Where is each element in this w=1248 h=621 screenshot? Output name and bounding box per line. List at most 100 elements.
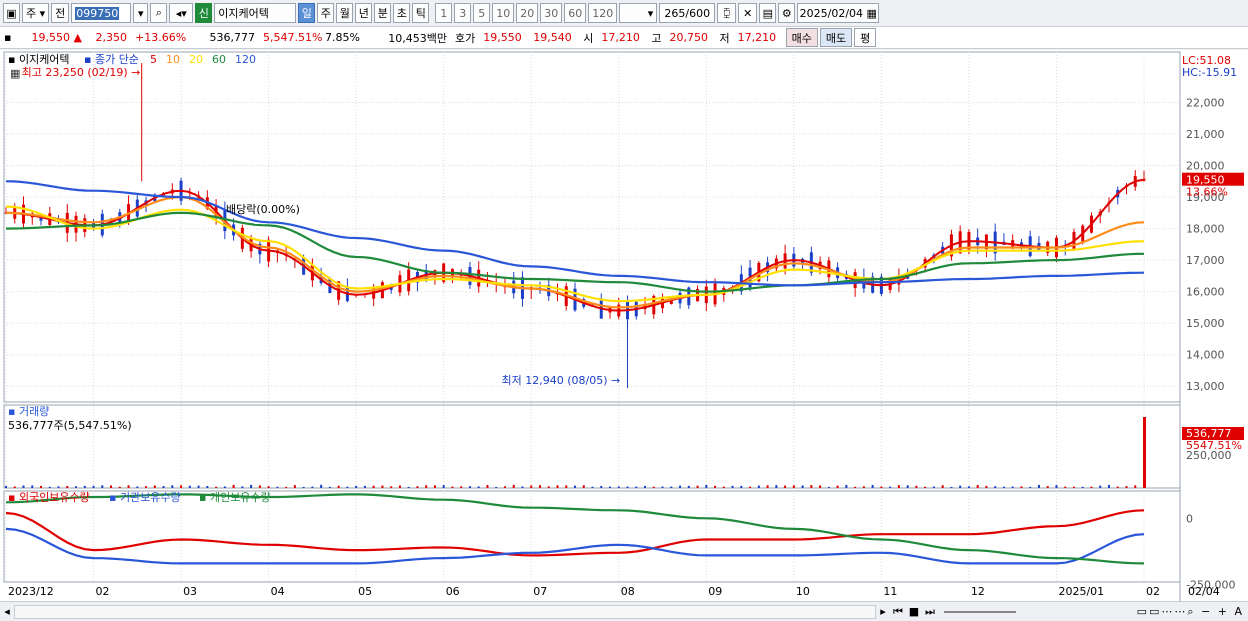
volume-bar bbox=[276, 486, 279, 488]
code-dropdown-icon[interactable]: ▾ bbox=[133, 3, 149, 23]
sin-label: 신 bbox=[198, 7, 209, 20]
count-field[interactable]: 265/600 bbox=[659, 3, 716, 23]
quote-bar: ▪ 19,550 ▲ 2,350 +13.66% 536,777 5,547.5… bbox=[0, 27, 1248, 49]
interval-button[interactable]: 주 bbox=[317, 3, 335, 23]
price-value: 19,550 bbox=[31, 31, 71, 44]
sell-button[interactable]: 매도 bbox=[819, 28, 853, 47]
ma-legend-title: ▪ 종가 단순 bbox=[84, 53, 139, 66]
interval-button[interactable]: 초 bbox=[393, 3, 411, 23]
volume-bar bbox=[714, 485, 717, 488]
volume-bar bbox=[495, 486, 498, 488]
x-axis-label: 10 bbox=[796, 585, 810, 598]
price-panel-title: ▪ 이지케어텍 bbox=[8, 53, 70, 66]
zoom-slider[interactable] bbox=[944, 610, 1016, 613]
bid-price: 19,540 bbox=[533, 31, 572, 44]
scroll-track[interactable] bbox=[14, 604, 876, 619]
buy-button[interactable]: 매수 bbox=[785, 28, 818, 47]
volume-bar bbox=[827, 486, 830, 488]
candle-type-icon[interactable]: ⧮ bbox=[717, 3, 737, 23]
scroll-right-icon[interactable]: ▸ bbox=[876, 605, 890, 618]
volume-value: 536,777 bbox=[209, 31, 256, 44]
speaker-icon[interactable]: ◂▾ bbox=[169, 3, 194, 23]
save-icon[interactable]: ▤ bbox=[759, 3, 777, 23]
volume-bar bbox=[101, 485, 104, 488]
last-icon[interactable]: ⏭ bbox=[922, 605, 938, 619]
volume-bar bbox=[687, 485, 690, 488]
volume-bar bbox=[819, 485, 822, 488]
x-axis-label: 03 bbox=[183, 585, 197, 598]
number-button[interactable]: 20 bbox=[516, 3, 539, 23]
volume-bar bbox=[547, 486, 550, 488]
custom-number-select[interactable]: ▾ bbox=[619, 3, 658, 23]
calendar-icon[interactable]: ▦ bbox=[867, 7, 877, 20]
volume-bar bbox=[635, 486, 638, 488]
current-price: 19,550 ▲ bbox=[31, 31, 82, 44]
x-axis-label: 2023/12 bbox=[8, 585, 54, 598]
stop-icon[interactable]: ■ bbox=[906, 605, 922, 618]
volume-bar bbox=[1134, 485, 1137, 488]
volume-bar bbox=[118, 486, 121, 488]
x-axis-label: 04 bbox=[271, 585, 285, 598]
quote-icon: ▪ bbox=[4, 31, 12, 44]
scroll-left-icon[interactable]: ◂ bbox=[0, 605, 14, 618]
avg-button[interactable]: 평 bbox=[854, 28, 877, 47]
number-button[interactable]: 3 bbox=[454, 3, 472, 23]
date-input[interactable]: 2025/02/04 ▦ bbox=[797, 3, 880, 23]
interval-button[interactable]: 월 bbox=[336, 3, 354, 23]
chart-area[interactable]: 22,00021,00020,00019,00018,00017,00016,0… bbox=[0, 50, 1248, 601]
period-select[interactable]: 주 ▾ bbox=[22, 3, 50, 23]
volume-bar bbox=[749, 486, 752, 488]
volume-bar bbox=[906, 485, 909, 488]
scroll-bar[interactable]: ◂ ▸ ⏮ ■ ⏭ ▭▭⋯⋯⌕ − + A bbox=[0, 601, 1248, 621]
volume-bar bbox=[775, 485, 778, 488]
crosshair-icon[interactable]: ✕ bbox=[738, 3, 758, 23]
number-button[interactable]: 30 bbox=[540, 3, 563, 23]
highest-annotation: 최고 23,250 (02/19) → bbox=[22, 66, 141, 79]
price-change-pct: +13.66% bbox=[135, 31, 187, 44]
volume-bar bbox=[57, 486, 60, 488]
number-button[interactable]: 60 bbox=[564, 3, 587, 23]
number-button[interactable]: 120 bbox=[588, 3, 618, 23]
first-icon[interactable]: ⏮ bbox=[890, 605, 906, 619]
volume-bar bbox=[521, 486, 524, 488]
holding-legend-item: ▪ 외국인보유수량 bbox=[8, 491, 90, 504]
volume-bar bbox=[258, 485, 261, 488]
x-axis-label: 2025/01 bbox=[1058, 585, 1104, 598]
volume-bar bbox=[328, 486, 331, 488]
window-icon[interactable]: ▣ bbox=[3, 3, 20, 23]
ma-legend-period: 60 bbox=[212, 53, 226, 66]
volume-bar bbox=[48, 486, 51, 488]
volume-bar bbox=[363, 485, 366, 488]
volume-bar bbox=[670, 486, 673, 488]
volume-bar bbox=[425, 485, 428, 488]
volume-bar bbox=[600, 486, 603, 488]
prev-button[interactable]: 전 bbox=[51, 3, 70, 23]
interval-button[interactable]: 년 bbox=[355, 3, 373, 23]
interval-button[interactable]: 분 bbox=[374, 3, 392, 23]
y-tick-label: 15,000 bbox=[1186, 317, 1225, 330]
volume-bar bbox=[854, 486, 857, 488]
holding-legend-item: ▪ 기관보유수량 bbox=[109, 491, 181, 504]
volume-bar bbox=[372, 485, 375, 488]
interval-button[interactable]: 틱 bbox=[412, 3, 430, 23]
number-button[interactable]: 5 bbox=[473, 3, 491, 23]
interval-button[interactable]: 일 bbox=[298, 3, 316, 23]
volume-bar bbox=[932, 486, 935, 488]
x-axis-label: 05 bbox=[358, 585, 372, 598]
search-icon[interactable]: ⌕ bbox=[150, 3, 168, 23]
trade-amount: 10,453백만 bbox=[388, 31, 447, 45]
volume-bar bbox=[1125, 486, 1128, 488]
number-button[interactable]: 1 bbox=[435, 3, 453, 23]
prev-label: 전 bbox=[55, 7, 66, 20]
tool-icons[interactable]: ▭▭⋯⋯⌕ − + A bbox=[1022, 605, 1248, 619]
sin-badge[interactable]: 신 bbox=[195, 3, 213, 23]
y-tick-label: 14,000 bbox=[1186, 349, 1225, 362]
stock-code-input[interactable]: 099750 bbox=[71, 3, 132, 23]
number-button[interactable]: 10 bbox=[492, 3, 515, 23]
volume-bar bbox=[862, 486, 865, 488]
stock-code-value: 099750 bbox=[75, 6, 120, 20]
gear-icon[interactable]: ⚙ bbox=[778, 3, 796, 23]
count-total: /600 bbox=[685, 6, 711, 20]
volume-bar bbox=[757, 485, 760, 488]
volume-bar bbox=[1002, 486, 1005, 488]
